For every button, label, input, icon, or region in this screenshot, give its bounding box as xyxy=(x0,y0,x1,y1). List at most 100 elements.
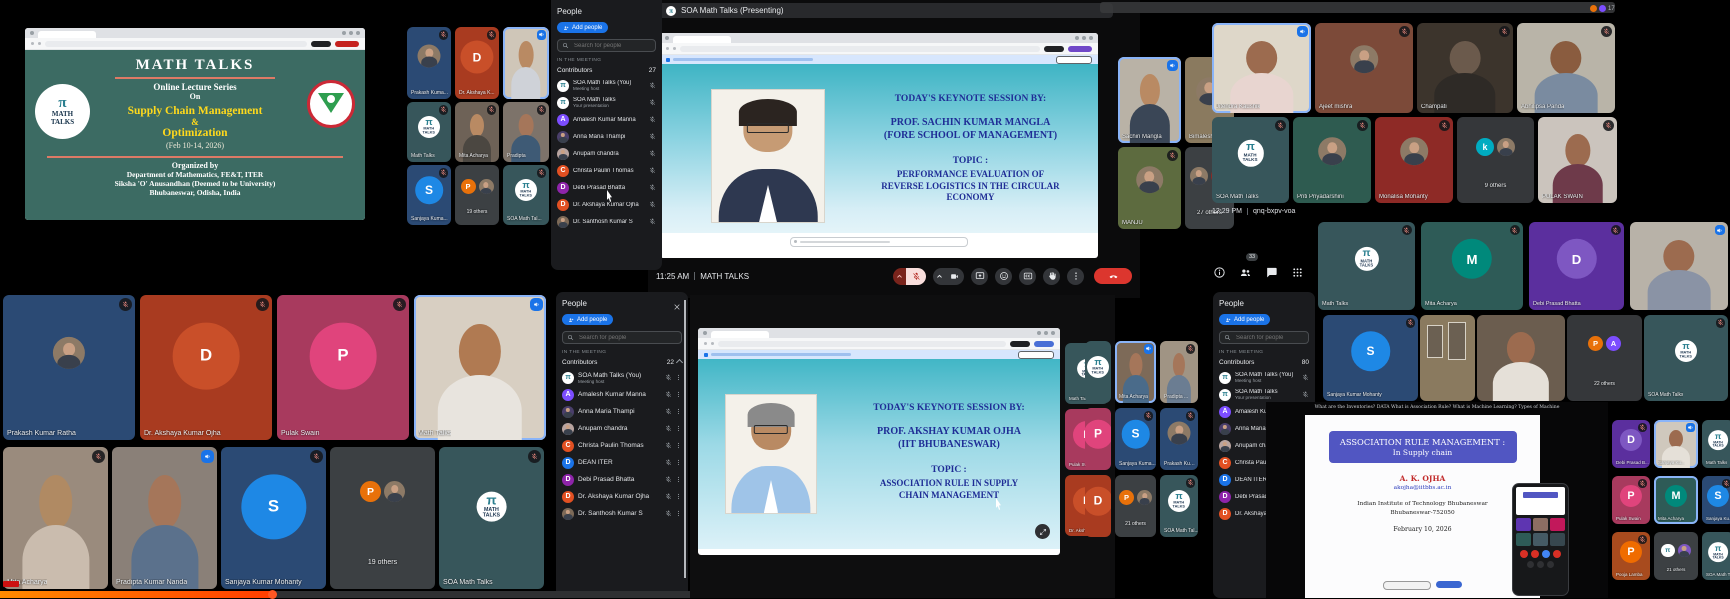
video-tile[interactable]: k9 others xyxy=(1457,117,1534,203)
info-icon[interactable] xyxy=(1213,266,1226,279)
search-people-input[interactable] xyxy=(1234,334,1304,342)
video-tile[interactable]: MMita Acharya xyxy=(1421,222,1523,310)
camera-chevron-icon[interactable] xyxy=(933,268,945,285)
video-tile[interactable]: πMATHTALKSSOA Math Tal... xyxy=(1160,475,1198,537)
mini-present-button[interactable] xyxy=(1542,550,1550,558)
video-tile[interactable]: Prakash Kuma... xyxy=(1160,408,1198,470)
video-tile[interactable]: Sanjaya Ku... xyxy=(1654,420,1698,468)
participant-row[interactable]: Dr. Santhosh Kumar S xyxy=(557,213,656,230)
participant-row[interactable]: πSOA Math TalksYour presentation xyxy=(1219,386,1309,403)
video-tile[interactable]: Pradipta ... xyxy=(1160,341,1198,403)
video-tile[interactable]: P19 others xyxy=(455,165,499,225)
video-tile[interactable] xyxy=(1630,222,1728,310)
forward-icon[interactable] xyxy=(38,42,41,45)
contributors-header[interactable]: Contributors 80 xyxy=(1219,359,1309,366)
collapse-icon[interactable] xyxy=(676,359,683,366)
video-tile[interactable]: πMATHTALKS xyxy=(1085,341,1111,403)
row-menu-icon[interactable] xyxy=(675,493,682,500)
video-tile[interactable]: PA22 others xyxy=(1567,315,1642,401)
reactions-button[interactable] xyxy=(995,268,1012,285)
search-people-input[interactable] xyxy=(577,334,677,342)
video-tile[interactable] xyxy=(503,27,549,99)
video-tile[interactable]: MMita Acharya xyxy=(1654,476,1698,524)
video-tile[interactable]: SSanjaya Kumar Mohanty xyxy=(1323,315,1418,401)
row-menu-icon[interactable] xyxy=(675,476,682,483)
video-tile[interactable]: Math Talks xyxy=(414,295,546,440)
video-tile[interactable]: P19 others xyxy=(330,447,435,589)
video-tile[interactable]: Pradipta Kumar Nanda xyxy=(112,447,217,589)
video-tile[interactable]: Prakash Kumar Ratha xyxy=(3,295,135,440)
phone-meet-overlay[interactable] xyxy=(1512,483,1569,596)
participant-row[interactable]: Anna Maria Thampi xyxy=(557,128,656,145)
browser-tab[interactable] xyxy=(673,36,731,43)
browser-tab-bar[interactable] xyxy=(25,28,365,38)
address-bar[interactable] xyxy=(680,46,1040,52)
mic-button-group[interactable] xyxy=(893,268,926,285)
extension-button[interactable] xyxy=(1034,341,1054,347)
mini-mic-button[interactable] xyxy=(1520,550,1528,558)
browser-tab[interactable] xyxy=(711,331,769,338)
camera-button-group[interactable] xyxy=(933,268,964,285)
mic-chevron-icon[interactable] xyxy=(893,268,906,285)
apps-grid-icon[interactable] xyxy=(1291,266,1304,279)
add-people-button[interactable]: Add people xyxy=(557,22,608,33)
video-tile[interactable]: πMATHTALKSSOA Math Talks xyxy=(1212,117,1289,203)
share-button[interactable] xyxy=(1010,341,1030,347)
video-tile[interactable]: Pradipta xyxy=(503,102,549,162)
participant-row[interactable]: DDEAN ITER xyxy=(562,454,682,471)
video-tile[interactable]: πMATHTALKSSOA Math Talks xyxy=(1702,532,1730,580)
video-tile[interactable]: Mita Acharya xyxy=(1115,341,1156,403)
contributors-header[interactable]: Contributors 22 xyxy=(562,359,682,366)
video-progress-bar[interactable] xyxy=(0,591,690,598)
video-tile[interactable] xyxy=(1477,315,1565,401)
row-menu-icon[interactable] xyxy=(675,442,682,449)
participant-row[interactable]: AAmalesh Kumar Manna xyxy=(557,111,656,128)
scrollbar[interactable] xyxy=(684,300,686,578)
search-people-box[interactable] xyxy=(562,331,682,344)
sign-in-button[interactable] xyxy=(311,41,331,47)
video-tile[interactable]: P xyxy=(1085,408,1111,470)
participant-row[interactable]: Anupam chandra xyxy=(557,145,656,162)
video-tile[interactable]: π21 others xyxy=(1654,532,1698,580)
row-menu-icon[interactable] xyxy=(675,510,682,517)
video-tile[interactable]: D xyxy=(1085,475,1111,537)
find-bar[interactable] xyxy=(790,237,968,247)
hand-button[interactable] xyxy=(1043,268,1060,285)
video-tile[interactable]: Priti Priyadarshini xyxy=(1293,117,1371,203)
search-people-box[interactable] xyxy=(557,39,656,52)
stop-sharing-button[interactable] xyxy=(1056,56,1092,64)
video-tile[interactable]: PPulak Swain xyxy=(277,295,409,440)
video-tile[interactable]: Prakash Kuma... xyxy=(407,27,451,99)
video-tile[interactable]: P21 others xyxy=(1115,475,1156,537)
participant-row[interactable]: Anupam chandra xyxy=(562,420,682,437)
chat-icon[interactable] xyxy=(1265,266,1278,279)
present-button[interactable] xyxy=(971,268,988,285)
video-tile[interactable]: Ajeet mishra xyxy=(1315,23,1413,113)
participant-row[interactable]: AAmalesh Kumar Manna xyxy=(562,386,682,403)
share-button[interactable] xyxy=(1044,46,1064,52)
video-tile[interactable]: DDr. Akshaya K... xyxy=(455,27,499,99)
address-bar[interactable] xyxy=(718,341,1006,347)
nav-pill[interactable] xyxy=(1383,581,1431,590)
video-tile[interactable] xyxy=(1420,315,1475,401)
participant-row[interactable]: DDebi Prasad Bhatta xyxy=(562,471,682,488)
add-people-button[interactable]: Add people xyxy=(562,314,613,325)
participant-row[interactable]: DDr. Akshaya Kumar Ojha xyxy=(562,488,682,505)
video-tile[interactable]: πMATHTALKSMath Talks xyxy=(1318,222,1415,310)
browser-tab-bar[interactable] xyxy=(660,33,1098,43)
video-tile[interactable]: PULAK SWAIN xyxy=(1538,117,1617,203)
participant-row[interactable]: πSOA Math TalksYour presentation xyxy=(557,94,656,111)
back-icon[interactable] xyxy=(31,42,34,45)
video-tile[interactable]: DDebi Prasad Bhatta xyxy=(1529,222,1624,310)
video-tile[interactable]: Mita Acharya xyxy=(455,102,499,162)
add-people-button[interactable]: Add people xyxy=(1219,314,1270,325)
video-tile[interactable]: SSanjaya Kumar Mohanty xyxy=(221,447,326,589)
mini-end-call-button[interactable] xyxy=(1553,550,1561,558)
browser-menu-icon[interactable] xyxy=(30,31,34,35)
search-people-input[interactable] xyxy=(572,42,651,50)
video-tile[interactable]: πMATHTALKSMath Talks xyxy=(407,102,451,162)
end-call-button[interactable] xyxy=(1094,268,1132,284)
row-menu-icon[interactable] xyxy=(675,459,682,466)
participant-row[interactable]: Dr. Santhosh Kumar S xyxy=(562,505,682,522)
participant-row[interactable]: πSOA Math Talks (You)Meeting host xyxy=(557,77,656,94)
